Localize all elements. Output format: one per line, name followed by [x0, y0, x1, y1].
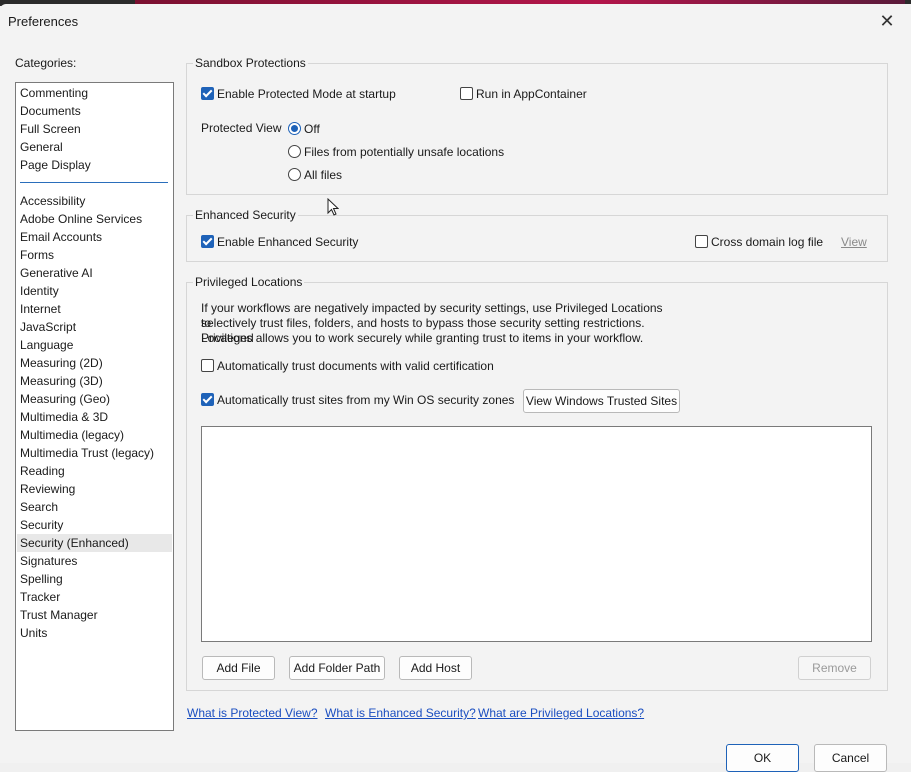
- app-container-label: Run in AppContainer: [476, 87, 587, 101]
- remove-button[interactable]: Remove: [798, 656, 871, 680]
- app-container-checkbox[interactable]: [460, 87, 473, 100]
- auto-trust-sites-label: Automatically trust sites from my Win OS…: [217, 393, 515, 407]
- category-item[interactable]: JavaScript: [20, 318, 172, 336]
- dialog-title: Preferences: [8, 14, 79, 29]
- protected-view-unsafe-radio[interactable]: [288, 145, 301, 158]
- mouse-cursor-icon: [327, 198, 339, 216]
- category-item[interactable]: Identity: [20, 282, 172, 300]
- category-item[interactable]: Page Display: [20, 156, 172, 174]
- protected-mode-label: Enable Protected Mode at startup: [217, 87, 396, 101]
- category-item[interactable]: Adobe Online Services: [20, 210, 172, 228]
- protected-view-all-radio[interactable]: [288, 168, 301, 181]
- category-item[interactable]: Email Accounts: [20, 228, 172, 246]
- privileged-locations-list[interactable]: [201, 426, 872, 642]
- category-item[interactable]: Signatures: [20, 552, 172, 570]
- ok-button[interactable]: OK: [726, 744, 799, 772]
- category-item[interactable]: Generative AI: [20, 264, 172, 282]
- categories-list[interactable]: Commenting Documents Full Screen General…: [15, 82, 174, 731]
- cross-domain-checkbox[interactable]: [695, 235, 708, 248]
- protected-view-off-radio[interactable]: [288, 122, 301, 135]
- protected-view-label: Protected View: [201, 121, 282, 135]
- view-log-link[interactable]: View: [841, 235, 867, 249]
- category-item[interactable]: Language: [20, 336, 172, 354]
- category-item[interactable]: Trust Manager: [20, 606, 172, 624]
- category-item[interactable]: Multimedia Trust (legacy): [20, 444, 172, 462]
- category-item[interactable]: Internet: [20, 300, 172, 318]
- auto-trust-sites-checkbox[interactable]: [201, 393, 214, 406]
- protected-view-unsafe-label: Files from potentially unsafe locations: [304, 145, 505, 159]
- category-item[interactable]: Search: [20, 498, 172, 516]
- protected-view-all-label: All files: [304, 168, 343, 182]
- category-item[interactable]: Full Screen: [20, 120, 172, 138]
- privileged-description-line: Locations allows you to work securely wh…: [201, 331, 644, 345]
- enhanced-security-checkbox[interactable]: [201, 235, 214, 248]
- auto-trust-cert-checkbox[interactable]: [201, 359, 214, 372]
- category-item[interactable]: Security: [20, 516, 172, 534]
- category-item[interactable]: Tracker: [20, 588, 172, 606]
- view-trusted-sites-button[interactable]: View Windows Trusted Sites: [523, 389, 680, 413]
- cross-domain-label: Cross domain log file: [711, 235, 824, 249]
- category-item[interactable]: Reading: [20, 462, 172, 480]
- what-is-enhanced-security-link[interactable]: What is Enhanced Security?: [325, 706, 476, 720]
- category-item[interactable]: Accessibility: [20, 192, 172, 210]
- sandbox-group-title: Sandbox Protections: [193, 56, 308, 70]
- category-separator: [20, 182, 168, 183]
- category-item[interactable]: Multimedia (legacy): [20, 426, 172, 444]
- what-are-privileged-locations-link[interactable]: What are Privileged Locations?: [478, 706, 644, 720]
- category-item[interactable]: Commenting: [20, 84, 172, 102]
- category-item[interactable]: General: [20, 138, 172, 156]
- category-item[interactable]: Measuring (Geo): [20, 390, 172, 408]
- category-item[interactable]: Measuring (2D): [20, 354, 172, 372]
- category-item[interactable]: Documents: [20, 102, 172, 120]
- protected-view-off-label: Off: [304, 122, 320, 136]
- category-item[interactable]: Multimedia & 3D: [20, 408, 172, 426]
- add-folder-path-button[interactable]: Add Folder Path: [289, 656, 385, 680]
- protected-mode-checkbox[interactable]: [201, 87, 214, 100]
- privileged-locations-title: Privileged Locations: [193, 275, 305, 289]
- category-item[interactable]: Spelling: [20, 570, 172, 588]
- what-is-protected-view-link[interactable]: What is Protected View?: [187, 706, 318, 720]
- close-icon[interactable]: ✕: [878, 10, 896, 32]
- enhanced-security-title: Enhanced Security: [193, 208, 298, 222]
- cancel-button[interactable]: Cancel: [814, 744, 887, 772]
- add-host-button[interactable]: Add Host: [399, 656, 472, 680]
- categories-label: Categories:: [15, 56, 77, 70]
- category-item[interactable]: Reviewing: [20, 480, 172, 498]
- category-item-selected[interactable]: Security (Enhanced): [17, 534, 172, 552]
- category-item[interactable]: Units: [20, 624, 172, 642]
- add-file-button[interactable]: Add File: [202, 656, 275, 680]
- enhanced-security-label: Enable Enhanced Security: [217, 235, 359, 249]
- category-item[interactable]: Measuring (3D): [20, 372, 172, 390]
- category-item[interactable]: Forms: [20, 246, 172, 264]
- auto-trust-cert-label: Automatically trust documents with valid…: [217, 359, 494, 373]
